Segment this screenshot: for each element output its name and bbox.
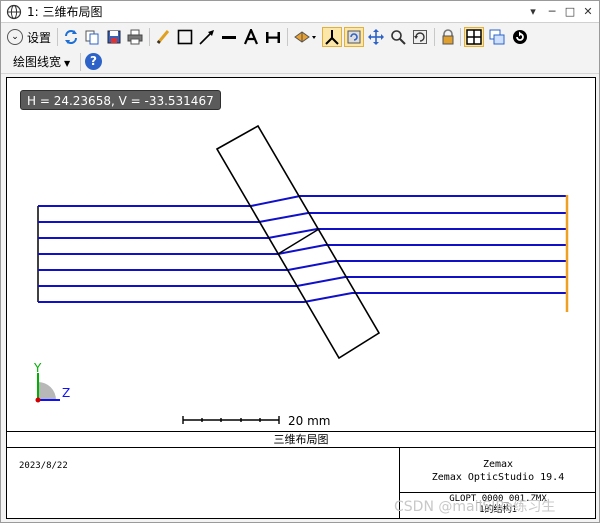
plot-date: 2023/8/22 xyxy=(19,461,68,471)
axes-view-button[interactable] xyxy=(322,27,342,47)
brand-name: Zemax xyxy=(482,459,514,470)
layout-window: 1: 三维布局图 ▾ ─ □ ✕ ⌄ 设置 绘图线宽 ▼ ? Y Z H = 2… xyxy=(0,0,600,523)
help-icon: ? xyxy=(90,54,97,68)
rotate-icon xyxy=(347,30,361,44)
close-button[interactable]: ✕ xyxy=(580,4,596,20)
settings-label: 设置 xyxy=(27,30,52,45)
draw-arrow-button[interactable] xyxy=(197,27,217,47)
draw-rectangle-button[interactable] xyxy=(175,27,195,47)
title-bar: 1: 三维布局图 ▾ ─ □ ✕ xyxy=(1,1,599,23)
ray-6 xyxy=(38,276,568,287)
settings-button[interactable]: ⌄ 设置 xyxy=(7,28,51,46)
window-title: 1: 三维布局图 xyxy=(27,5,103,19)
ray-bundle xyxy=(38,195,568,303)
product-info: Zemax Zemax OpticStudio 19.4 xyxy=(400,458,596,484)
toolbar-divider xyxy=(460,28,461,46)
draw-line-button[interactable] xyxy=(219,27,239,47)
axes-icon xyxy=(325,30,339,45)
dimension-icon xyxy=(266,32,280,43)
auto-update-button[interactable] xyxy=(510,27,530,47)
ray-3 xyxy=(38,228,568,239)
ray-2 xyxy=(38,212,568,223)
reset-view-icon xyxy=(413,30,427,44)
window-dropdown-button[interactable]: ▾ xyxy=(525,4,541,20)
reset-view-button[interactable] xyxy=(410,27,430,47)
pan-button[interactable] xyxy=(366,27,386,47)
dropdown-caret-icon: ▼ xyxy=(64,59,71,68)
rotate-view-icon xyxy=(294,31,316,43)
pencil-icon xyxy=(156,30,170,44)
float-window-icon xyxy=(489,29,505,45)
layout-grid-icon xyxy=(466,29,482,45)
toolbar-divider xyxy=(149,28,150,46)
power-cycle-icon xyxy=(513,30,527,44)
lock-button[interactable] xyxy=(438,27,458,47)
axis-indicator: Y Z xyxy=(33,361,70,403)
rotate-mode-button[interactable] xyxy=(344,27,364,47)
toolbar-divider xyxy=(434,28,435,46)
ray-4 xyxy=(38,244,568,255)
zoom-button[interactable] xyxy=(388,27,408,47)
draw-dimension-button[interactable] xyxy=(263,27,283,47)
save-button[interactable] xyxy=(104,27,124,47)
toolbar-divider xyxy=(57,28,58,46)
layout-window-icon xyxy=(6,4,22,20)
scale-bar xyxy=(182,416,280,424)
maximize-button[interactable]: □ xyxy=(562,4,578,20)
minimize-button[interactable]: ─ xyxy=(544,4,560,20)
rectangle-icon xyxy=(177,29,193,45)
product-name: Zemax OpticStudio 19.4 xyxy=(431,472,565,483)
draw-pencil-button[interactable] xyxy=(153,27,173,47)
axis-y-label: Y xyxy=(33,361,42,375)
draw-text-button[interactable] xyxy=(241,27,261,47)
scale-bar-label: 20 mm xyxy=(288,414,331,428)
rotate-view-dropdown[interactable] xyxy=(291,27,319,47)
arrow-icon xyxy=(199,30,214,45)
text-tool-icon xyxy=(243,29,259,45)
layout-plot-area[interactable]: Y Z H = 24.23658, V = -33.531467 20 mm 三… xyxy=(6,77,596,519)
chevron-down-icon: ⌄ xyxy=(7,29,23,45)
plot-toolbar: ⌄ 设置 xyxy=(1,24,599,50)
save-icon xyxy=(107,30,121,44)
copy-button[interactable] xyxy=(82,27,102,47)
plot-title: 三维布局图 xyxy=(7,431,595,448)
line-width-dropdown[interactable]: 绘图线宽 ▼ xyxy=(13,54,70,72)
copy-icon xyxy=(85,30,99,45)
print-icon xyxy=(127,29,143,45)
lock-icon xyxy=(442,29,454,45)
line-width-label: 绘图线宽 xyxy=(13,55,62,69)
refresh-icon xyxy=(65,30,77,44)
watermark-text: CSDN @mailSIRa练习生 xyxy=(394,499,556,515)
toolbar-divider xyxy=(287,28,288,46)
layout-drawing: Y Z xyxy=(33,124,569,424)
window-layout-button[interactable] xyxy=(464,27,484,47)
magnifier-icon xyxy=(391,30,406,45)
coordinate-readout: H = 24.23658, V = -33.531467 xyxy=(20,90,221,110)
float-window-button[interactable] xyxy=(487,27,507,47)
line-icon xyxy=(222,36,236,39)
pan-icon xyxy=(368,29,384,45)
info-divider xyxy=(400,492,596,493)
axis-z-label: Z xyxy=(62,386,70,400)
ray-5 xyxy=(38,260,568,271)
toolbar-divider xyxy=(80,53,81,71)
print-button[interactable] xyxy=(125,27,145,47)
help-button[interactable]: ? xyxy=(85,53,102,70)
refresh-button[interactable] xyxy=(61,27,81,47)
secondary-toolbar: 绘图线宽 ▼ ? xyxy=(1,50,599,74)
